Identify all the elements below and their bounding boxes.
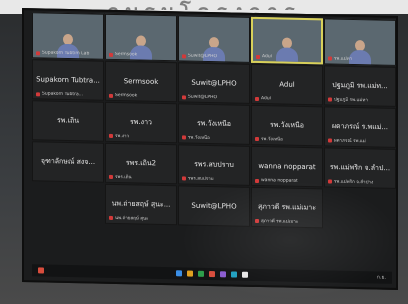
participant-name: Supakorn Tubtra... [36,75,100,85]
video-tile-name: รพ.แม่ทา [328,54,392,62]
mic-off-icon [109,133,113,138]
participant-name: รพร.เถิน2 [125,158,157,168]
mic-off-icon [255,178,259,183]
participant-tile[interactable]: Suwit@LPHO [178,185,250,227]
participant-tile[interactable]: ผดาภรณ์ ร.พแม่... ผดาภรณ์ รพ.แม่ [324,106,396,148]
participant-label: รพ.แม่พริก จ.ลำปาง [328,177,392,185]
video-tile-name: Supakorn Tubtim Lab [36,50,100,56]
participant-tile[interactable]: สุภาวดี รพ.แม่เมาะ สุภาวดี รพ.แม่เมาะ [251,186,323,229]
participant-name: รพ.วังเหนือ [197,119,231,128]
mic-off-icon [182,94,186,99]
mic-off-icon [36,50,40,55]
participant-name: รพร.สบปราบ [194,160,234,169]
participant-name: Suwit@LPHO [191,201,237,211]
taskbar-clock: ก.ย. [376,274,386,281]
participant-tile[interactable]: Supakorn Tubtra... Supakorn Tubtra... [32,59,104,101]
participant-tile[interactable]: Sermsook Sermsook [105,60,177,103]
participant-tile[interactable]: Adul Adul [251,63,323,106]
mic-off-icon [328,96,332,102]
mic-off-icon [256,54,260,59]
start-icon[interactable] [38,267,44,274]
mic-off-icon [182,53,186,58]
taskbar-app-icon[interactable] [220,271,226,278]
mic-off-icon [182,134,186,139]
participant-name: Sermsook [123,77,159,86]
participant-tile[interactable]: รพ.แม่พริก จ.ลำป... รพ.แม่พริก จ.ลำปาง [324,147,396,189]
participant-name: สุภาวดี รพ.แม่เมาะ [258,202,316,212]
taskbar-app-icon[interactable] [242,271,248,278]
participant-label: นพ.ถ่ายสฤษ์ สุนะ [109,214,173,222]
mic-off-icon [109,215,113,220]
participant-grid: Supakorn Tubtim Lab Sermsook Suwit@LPHO Adu… [32,12,396,272]
mic-off-icon [182,175,186,180]
participant-name: รพ.งาว [130,117,152,127]
mic-off-icon [255,96,259,101]
participant-label: ปฐมภูมิ รพ.แม่ทา [328,95,392,103]
mic-off-icon [109,52,113,57]
mic-off-icon [109,174,113,179]
taskbar-app-icon[interactable] [198,270,204,277]
participant-tile[interactable]: รพ.วังเหนือ รพ.วังเหนือ [251,104,323,147]
participant-tile[interactable]: Suwit@LPHO Suwit@LPHO [178,62,250,104]
mic-off-icon [36,91,40,96]
participant-label: รพ.วังเหนือ [255,135,319,143]
participant-label: Adul [255,96,319,102]
taskbar-app-icon[interactable] [187,270,193,277]
taskbar-app-icon[interactable] [231,271,237,278]
participant-label: รพร.สบปราบ [182,174,246,182]
participant-name: จุฑาลักษณ์ สงจ... [40,156,96,167]
photo-frame: อบรมโครงการ Supakorn Tubtim LabSermsookS… [0,0,408,304]
participant-label: ผดาภรณ์ รพ.แม่ [328,136,392,144]
participant-name: wanna nopparat [258,162,316,172]
participant-tile[interactable]: ปฐมภูมิ รพ.แม่ท... ปฐมภูมิ รพ.แม่ทา [324,65,396,107]
participant-label: wanna nopparat [255,178,319,184]
participant-name: Suwit@LPHO [191,78,237,88]
mic-off-icon [328,137,332,143]
participant-tile[interactable]: รพ.งาว รพ.งาว [105,101,177,144]
video-tile[interactable]: Supakorn Tubtim Lab [32,12,104,60]
participant-label: Sermsook [109,93,173,99]
participant-name: รพ.เถิน [56,116,79,125]
participant-tile[interactable]: รพร.สบปราบ รพร.สบปราบ [178,144,250,186]
participant-label: รพร.เถิน [109,173,173,181]
video-tile-name: Sermsook [109,52,173,58]
mic-off-icon [109,93,113,98]
monitor-screen: Supakorn Tubtim Lab Sermsook Suwit@LPHO Adu… [22,8,398,290]
participant-name: Adul [279,80,295,89]
video-tile[interactable]: Adul [251,16,323,65]
participant-name: ผดาภรณ์ ร.พแม่... [331,122,389,132]
participant-name: นพ.ถ่ายสฤษ์ สุนะ... [111,199,171,209]
mic-off-icon [328,55,332,61]
video-tile-name: Suwit@LPHO [182,53,246,59]
participant-label: Suwit@LPHO [182,94,246,100]
video-tile-name: Adul [256,54,318,60]
participant-name: รพ.แม่พริก จ.ลำป... [329,163,391,173]
taskbar-app-icon[interactable] [209,270,215,278]
video-tile[interactable]: Sermsook [105,13,177,62]
participant-name: รพ.วังเหนือ [270,120,304,130]
taskbar-app-icon[interactable] [176,270,182,277]
participant-label: Supakorn Tubtra... [36,91,100,97]
video-tile[interactable]: รพ.แม่ทา [324,18,396,66]
participant-label: รพ.งาว [109,132,173,140]
participant-label: รพ.วังเหนือ [182,133,246,141]
mic-off-icon [255,136,259,141]
participant-tile[interactable]: จุฑาลักษณ์ สงจ... [32,141,104,183]
participant-label: สุภาวดี รพ.แม่เมาะ [255,217,319,225]
participant-tile[interactable]: นพ.ถ่ายสฤษ์ สุนะ... นพ.ถ่ายสฤษ์ สุนะ [105,183,177,226]
participant-tile[interactable]: รพ.เถิน [32,100,104,142]
mic-off-icon [255,218,259,223]
participant-tile[interactable]: wanna nopparat wanna nopparat [251,145,323,188]
participant-tile[interactable]: รพ.วังเหนือ รพ.วังเหนือ [178,103,250,145]
participant-name: ปฐมภูมิ รพ.แม่ท... [332,81,388,91]
video-tile[interactable]: Suwit@LPHO [178,15,250,63]
mic-off-icon [328,178,332,184]
taskbar-apps [176,270,248,278]
participant-tile[interactable]: รพร.เถิน2 รพร.เถิน [105,142,177,185]
